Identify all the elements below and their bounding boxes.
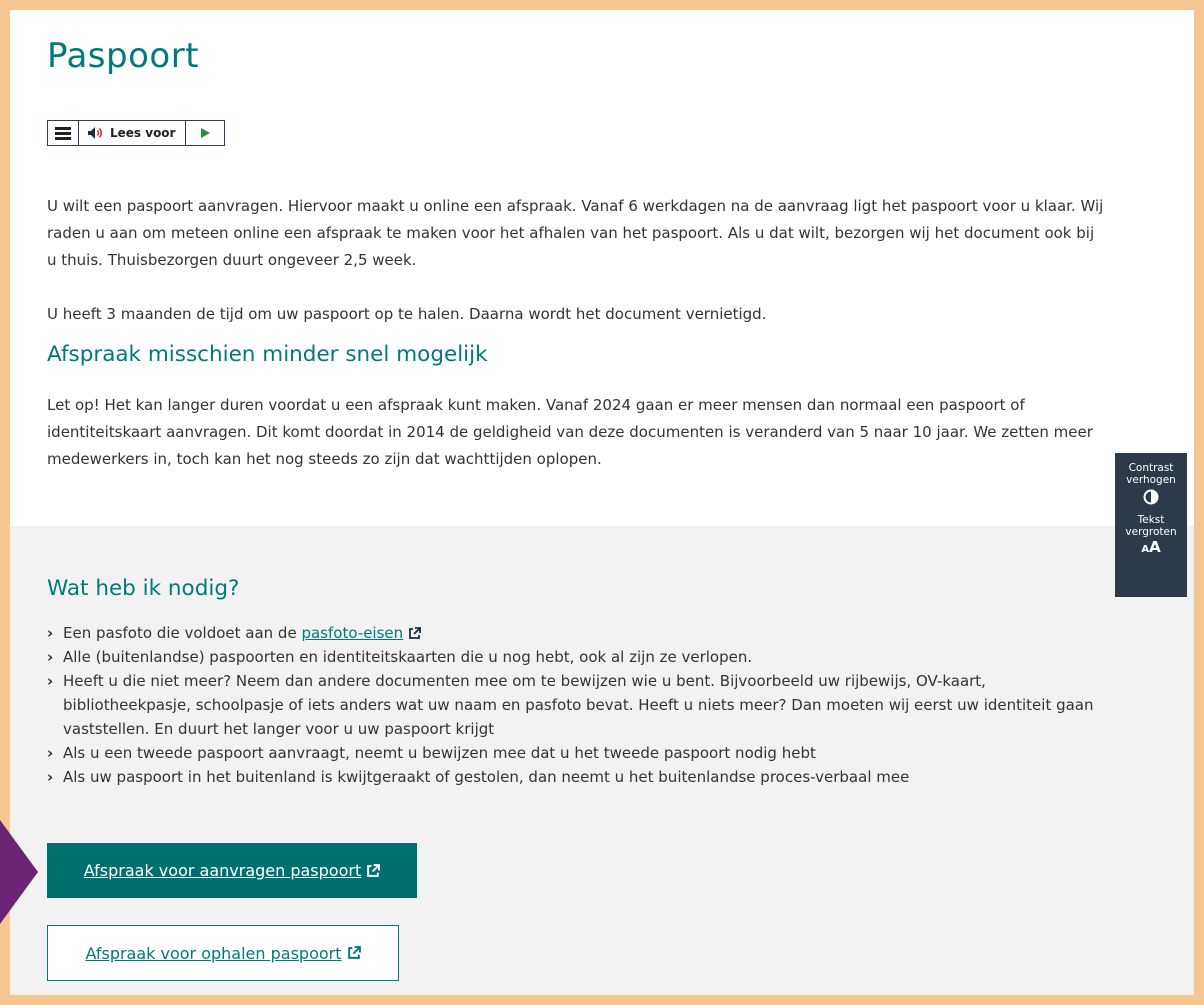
- chevron-right-icon: ›: [47, 672, 54, 690]
- chevron-right-icon: ›: [47, 648, 54, 666]
- accessibility-toolbar: Contrast verhogen Tekst vergroten AA: [1115, 453, 1187, 597]
- text-size-label: Tekst vergroten: [1125, 514, 1177, 538]
- list-item-text: Als u een tweede paspoort aanvraagt, nee…: [63, 744, 816, 762]
- list-item: › Alle (buitenlandse) paspoorten en iden…: [47, 645, 1107, 669]
- requirements-list: › Een pasfoto die voldoet aan de pasfoto…: [47, 621, 1107, 789]
- play-icon[interactable]: [186, 121, 224, 145]
- apply-passport-button[interactable]: Afspraak voor aanvragen paspoort: [47, 843, 417, 898]
- contrast-icon: [1143, 489, 1159, 505]
- contrast-label: Contrast verhogen: [1126, 462, 1176, 486]
- external-link-icon: [347, 946, 361, 959]
- list-item: › Heeft u die niet meer? Neem dan andere…: [47, 669, 1107, 741]
- external-link-icon: [367, 863, 381, 877]
- chevron-right-icon: ›: [47, 768, 54, 786]
- read-aloud-button[interactable]: Lees voor: [79, 121, 187, 145]
- chevron-right-icon: ›: [47, 624, 54, 642]
- page-title: Paspoort: [47, 36, 200, 76]
- text-size-icon: AA: [1141, 538, 1161, 556]
- notice-heading: Afspraak misschien minder snel mogelijk: [47, 342, 488, 367]
- contrast-toggle-button[interactable]: Contrast verhogen: [1119, 453, 1183, 505]
- list-item-text: Als uw paspoort in het buitenland is kwi…: [63, 768, 910, 786]
- list-item-text: Heeft u die niet meer? Neem dan andere d…: [63, 672, 1094, 738]
- list-item: › Een pasfoto die voldoet aan de pasfoto…: [47, 621, 1107, 645]
- list-item: › Als u een tweede paspoort aanvraagt, n…: [47, 741, 1107, 765]
- list-item-text: Alle (buitenlandse) paspoorten en identi…: [63, 648, 753, 666]
- apply-passport-label: Afspraak voor aanvragen paspoort: [83, 861, 362, 880]
- decorative-arrow: [0, 820, 38, 924]
- menu-icon[interactable]: [48, 121, 79, 145]
- list-item: › Als uw paspoort in het buitenland is k…: [47, 765, 1107, 789]
- chevron-right-icon: ›: [47, 744, 54, 762]
- pasfoto-eisen-link[interactable]: pasfoto-eisen: [301, 624, 403, 642]
- notice-paragraph: Let op! Het kan langer duren voordat u e…: [47, 396, 1093, 468]
- page-frame: Paspoort Lees voor U wilt een paspoort a…: [10, 10, 1194, 995]
- list-item-text: Een pasfoto die voldoet aan de: [63, 624, 302, 642]
- external-link-icon: [409, 627, 422, 639]
- readspeaker-bar: Lees voor: [47, 120, 226, 146]
- pickup-passport-button[interactable]: Afspraak voor ophalen paspoort: [47, 925, 399, 981]
- requirements-heading: Wat heb ik nodig?: [47, 576, 240, 601]
- intro-paragraph-2: U heeft 3 maanden de tijd om uw paspoort…: [47, 305, 767, 323]
- requirements-section: Wat heb ik nodig? › Een pasfoto die vold…: [10, 526, 1194, 995]
- speaker-icon: [88, 127, 103, 139]
- content-top: Paspoort Lees voor U wilt een paspoort a…: [10, 10, 1194, 526]
- text-size-toggle-button[interactable]: Tekst vergroten AA: [1119, 505, 1183, 556]
- intro-paragraph-1: U wilt een paspoort aanvragen. Hiervoor …: [47, 197, 1104, 269]
- pickup-passport-label: Afspraak voor ophalen paspoort: [85, 943, 342, 963]
- read-aloud-label: Lees voor: [110, 126, 176, 140]
